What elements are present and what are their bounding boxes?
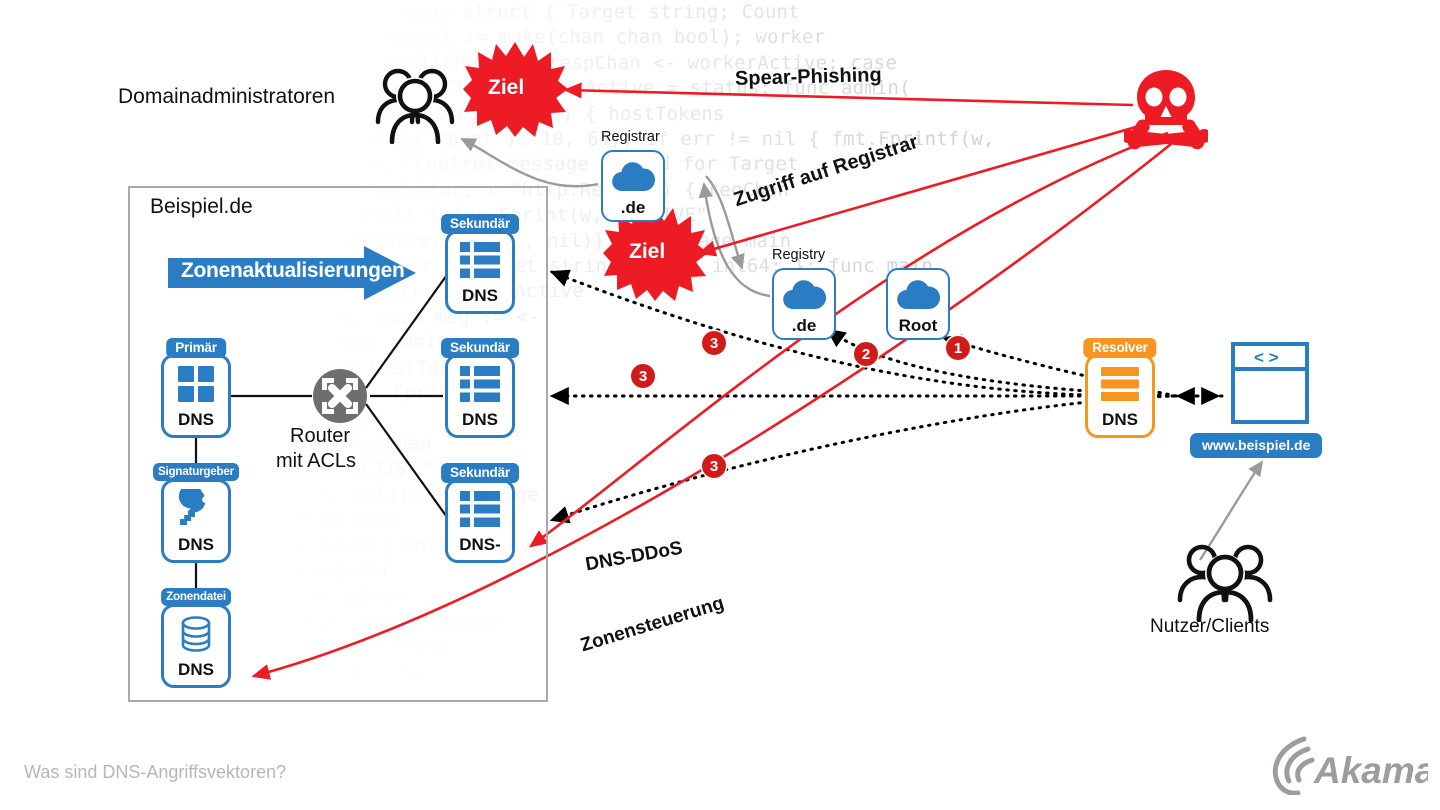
node-name: DNS bbox=[462, 410, 498, 429]
node-role-label: Zonendatei bbox=[161, 588, 231, 606]
step-badge-2: 2 bbox=[854, 342, 878, 366]
database-icon bbox=[164, 607, 228, 661]
people-icon bbox=[1177, 544, 1273, 623]
node-box: .de bbox=[772, 268, 836, 340]
key-icon bbox=[164, 482, 228, 536]
server-list-icon bbox=[448, 357, 512, 411]
node-secondary-dns-2[interactable]: Sekundär DNS bbox=[441, 338, 519, 438]
node-role-label: Sekundär bbox=[441, 463, 519, 483]
node-box: Primär DNS bbox=[161, 338, 231, 438]
browser-window[interactable]: < > bbox=[1231, 342, 1309, 429]
node-role-label: Primär bbox=[166, 338, 226, 358]
router-icon bbox=[313, 369, 367, 423]
router-label-line2: mit ACLs bbox=[276, 450, 357, 472]
attack-label-spear-phishing: Spear-Phishing bbox=[734, 64, 882, 90]
router-label-line1: Router bbox=[290, 425, 351, 447]
domain-admins-label: Domainadministratoren bbox=[118, 85, 336, 108]
node-box: Sekundär DNS bbox=[441, 214, 519, 314]
akamai-wave-icon: Akamai bbox=[1272, 736, 1440, 796]
node-name: DNS bbox=[178, 535, 214, 554]
node-zonefile-dns[interactable]: Zonendatei DNS bbox=[161, 588, 231, 688]
resolver-role-label: Resolver bbox=[1083, 338, 1157, 358]
code-window-icon: < > bbox=[1231, 342, 1309, 424]
registrar-name: .de bbox=[620, 198, 646, 217]
node-name: DNS- bbox=[459, 535, 501, 554]
node-role-label: Sekundär bbox=[441, 214, 519, 234]
step-badge-3c: 3 bbox=[702, 454, 726, 478]
node-box: Sekundär DNS- bbox=[441, 463, 519, 563]
target-burst-2-label: Ziel bbox=[629, 240, 666, 263]
resolver-name: DNS bbox=[1102, 410, 1138, 429]
users-clients-label: Nutzer/Clients bbox=[1150, 616, 1270, 637]
zone-title: Beispiel.de bbox=[150, 195, 253, 218]
svg-text:< >: < > bbox=[1254, 348, 1279, 367]
node-name: DNS bbox=[462, 286, 498, 305]
root-node[interactable]: Root bbox=[886, 268, 950, 340]
node-box: Root bbox=[886, 268, 950, 340]
users-clients-avatar bbox=[1170, 540, 1280, 627]
router-with-acls[interactable] bbox=[312, 368, 368, 429]
resolver-node[interactable]: Resolver DNS bbox=[1083, 338, 1157, 438]
cloud-icon bbox=[896, 270, 940, 317]
cloud-icon bbox=[611, 152, 655, 199]
node-box: Zonendatei DNS bbox=[161, 588, 231, 688]
node-box: Signaturgeber DNS bbox=[153, 463, 239, 563]
node-signer-dns[interactable]: Signaturgeber DNS bbox=[153, 463, 239, 563]
registry-node[interactable]: Registry .de bbox=[772, 247, 836, 340]
registrar-title: Registrar bbox=[601, 129, 660, 145]
step-badge-1: 1 bbox=[946, 336, 970, 360]
server-grid-icon bbox=[164, 357, 228, 411]
node-secondary-dns-3[interactable]: Sekundär DNS- bbox=[441, 463, 519, 563]
server-bars-icon bbox=[1088, 357, 1152, 411]
server-list-icon bbox=[448, 233, 512, 287]
cloud-icon bbox=[782, 270, 826, 317]
registrar-node[interactable]: Registrar .de bbox=[601, 129, 665, 222]
registry-title: Registry bbox=[772, 247, 826, 263]
node-role-label: Signaturgeber bbox=[153, 463, 239, 481]
zone-update-banner-label: Zonenaktualisierungen bbox=[181, 259, 405, 282]
browser-url-pill[interactable]: www.beispiel.de bbox=[1190, 433, 1323, 458]
dns-attack-vector-diagram: strings "time" ); type ControlMessage st… bbox=[0, 0, 1440, 810]
footer-caption: Was sind DNS-Angriffsvektoren? bbox=[24, 762, 287, 782]
node-box: Resolver DNS bbox=[1083, 338, 1157, 438]
akamai-wordmark: Akamai bbox=[1313, 750, 1428, 791]
node-name: DNS bbox=[178, 410, 214, 429]
node-primary-dns[interactable]: Primär DNS bbox=[161, 338, 231, 438]
domain-admins-avatar bbox=[374, 62, 456, 149]
root-name: Root bbox=[898, 316, 938, 335]
target-burst-1-label: Ziel bbox=[488, 76, 525, 99]
step-badge-3b: 3 bbox=[631, 364, 655, 388]
node-name: DNS bbox=[178, 660, 214, 679]
step-badge-3a: 3 bbox=[702, 331, 726, 355]
node-box: Sekundär DNS bbox=[441, 338, 519, 438]
node-secondary-dns-1[interactable]: Sekundär DNS bbox=[441, 214, 519, 314]
people-icon bbox=[375, 68, 455, 145]
server-list-icon bbox=[448, 482, 512, 536]
skull-crossbones-icon bbox=[1120, 70, 1212, 150]
attacker-node bbox=[1120, 68, 1212, 157]
node-box: .de bbox=[601, 150, 665, 222]
registry-name: .de bbox=[791, 316, 817, 335]
node-role-label: Sekundär bbox=[441, 338, 519, 358]
akamai-logo: Akamai bbox=[1268, 733, 1440, 796]
